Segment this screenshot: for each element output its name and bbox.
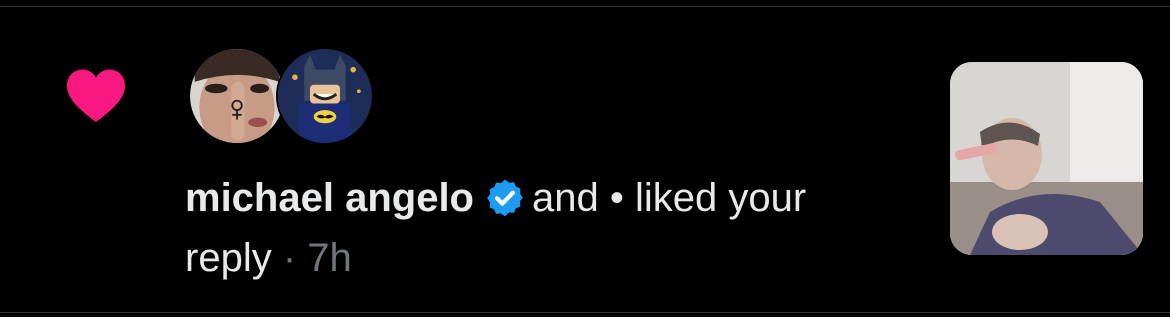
notification-text-line-2: reply · 7h [185,234,352,282]
timestamp: 7h [307,236,352,280]
action-text-2: reply [185,236,272,280]
notification-text: michael angelo and • liked your [185,174,806,222]
verified-badge-icon [487,179,523,217]
avatar-lego-batman-image [278,49,372,143]
action-text-1: and • liked your [531,176,807,220]
actor-name[interactable]: michael angelo [185,176,474,220]
avatar[interactable] [188,47,286,145]
reply-media-thumbnail[interactable] [950,62,1143,255]
heart-icon [66,69,126,122]
separator: · [272,236,308,280]
separator-dot: · [282,236,297,280]
like-notification[interactable]: michael angelo and • liked your reply · 7… [0,0,1170,317]
liker-avatars [188,47,378,145]
avatar[interactable] [276,47,374,145]
reply-media-image [950,62,1143,255]
avatar-woman-image [190,49,284,143]
bottom-divider [0,312,1170,313]
